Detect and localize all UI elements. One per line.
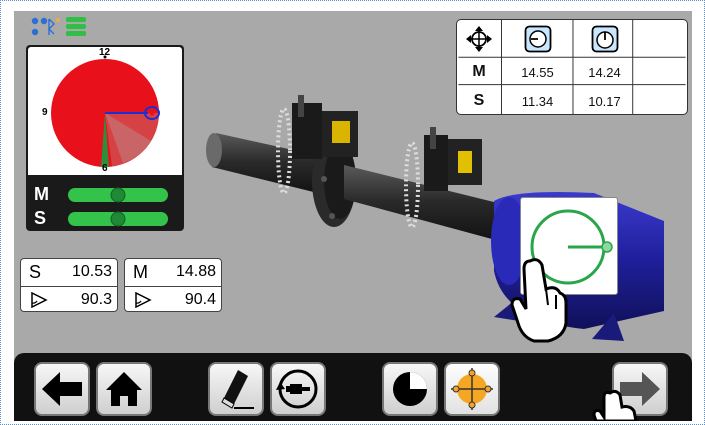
bluetooth-icon: [31, 17, 60, 36]
clock-label-12: 12: [99, 47, 111, 58]
radar-panel: 12 9 6 M S: [26, 45, 184, 231]
hand-pointer-icon: [592, 389, 638, 421]
value-box-letter: S: [29, 262, 42, 282]
target-handle[interactable]: [601, 241, 613, 253]
horizontal-gauge-icon: [501, 20, 574, 58]
battery-icon: [66, 17, 86, 36]
value-box-row: S 10.53: [21, 259, 117, 286]
level-bubble: [110, 211, 126, 227]
bottom-toolbar: [14, 353, 692, 421]
hand-pointer-icon: [510, 258, 568, 343]
crosshair-move-icon: [457, 20, 501, 58]
status-bar: [31, 17, 86, 36]
back-button[interactable]: [34, 362, 90, 416]
rotate-machine-icon: [276, 369, 318, 409]
level-bar-s: [68, 211, 168, 227]
clock-label-6: 6: [102, 163, 108, 174]
value-box-letter: M: [133, 262, 148, 282]
level-row-s: S: [28, 207, 182, 231]
home-icon: [106, 372, 142, 406]
level-bubble: [110, 187, 126, 203]
clear-button[interactable]: [208, 362, 264, 416]
angle-icon: [135, 292, 152, 308]
target-view-button[interactable]: [444, 362, 500, 416]
orange-crosshair-icon: [451, 368, 493, 410]
eraser-icon: [221, 370, 254, 409]
value-box-angle: 90.3: [80, 291, 112, 308]
level-bar-m: [68, 187, 168, 203]
arrow-left-icon: [42, 372, 82, 406]
value-box-value: 10.53: [71, 263, 112, 280]
window-frame: 12 9 6 M S M 14.55 14.24 S 11.34 10.17 S…: [0, 0, 705, 425]
clock-view-button[interactable]: [382, 362, 438, 416]
value-box-s: S 10.53 90.3: [20, 258, 118, 312]
level-row-m: M: [28, 183, 182, 207]
half-circle-icon: [393, 372, 427, 406]
rotate-machine-button[interactable]: [270, 362, 326, 416]
radar-face: 12 9 6: [28, 47, 182, 175]
app-screen: 12 9 6 M S M 14.55 14.24 S 11.34 10.17 S…: [14, 11, 692, 421]
home-button[interactable]: [96, 362, 152, 416]
angle-icon: [31, 292, 48, 308]
clock-label-9: 9: [42, 107, 48, 118]
vertical-gauge-icon: [574, 20, 635, 58]
value-box-row: 90.3: [21, 286, 117, 313]
